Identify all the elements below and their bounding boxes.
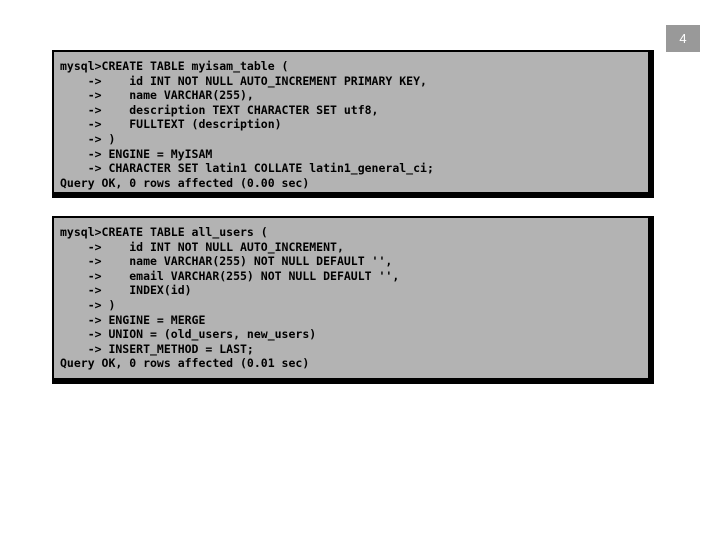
slide-canvas: 4 mysql>CREATE TABLE myisam_table ( -> i… xyxy=(0,0,720,540)
page-number-badge: 4 xyxy=(666,25,700,52)
console-text-myisam-table: mysql>CREATE TABLE myisam_table ( -> id … xyxy=(60,59,434,190)
console-block-all-users-merge-table: mysql>CREATE TABLE all_users ( -> id INT… xyxy=(52,216,654,384)
console-text-all-users-merge-table: mysql>CREATE TABLE all_users ( -> id INT… xyxy=(60,225,400,371)
console-block-myisam-table: mysql>CREATE TABLE myisam_table ( -> id … xyxy=(52,50,654,198)
